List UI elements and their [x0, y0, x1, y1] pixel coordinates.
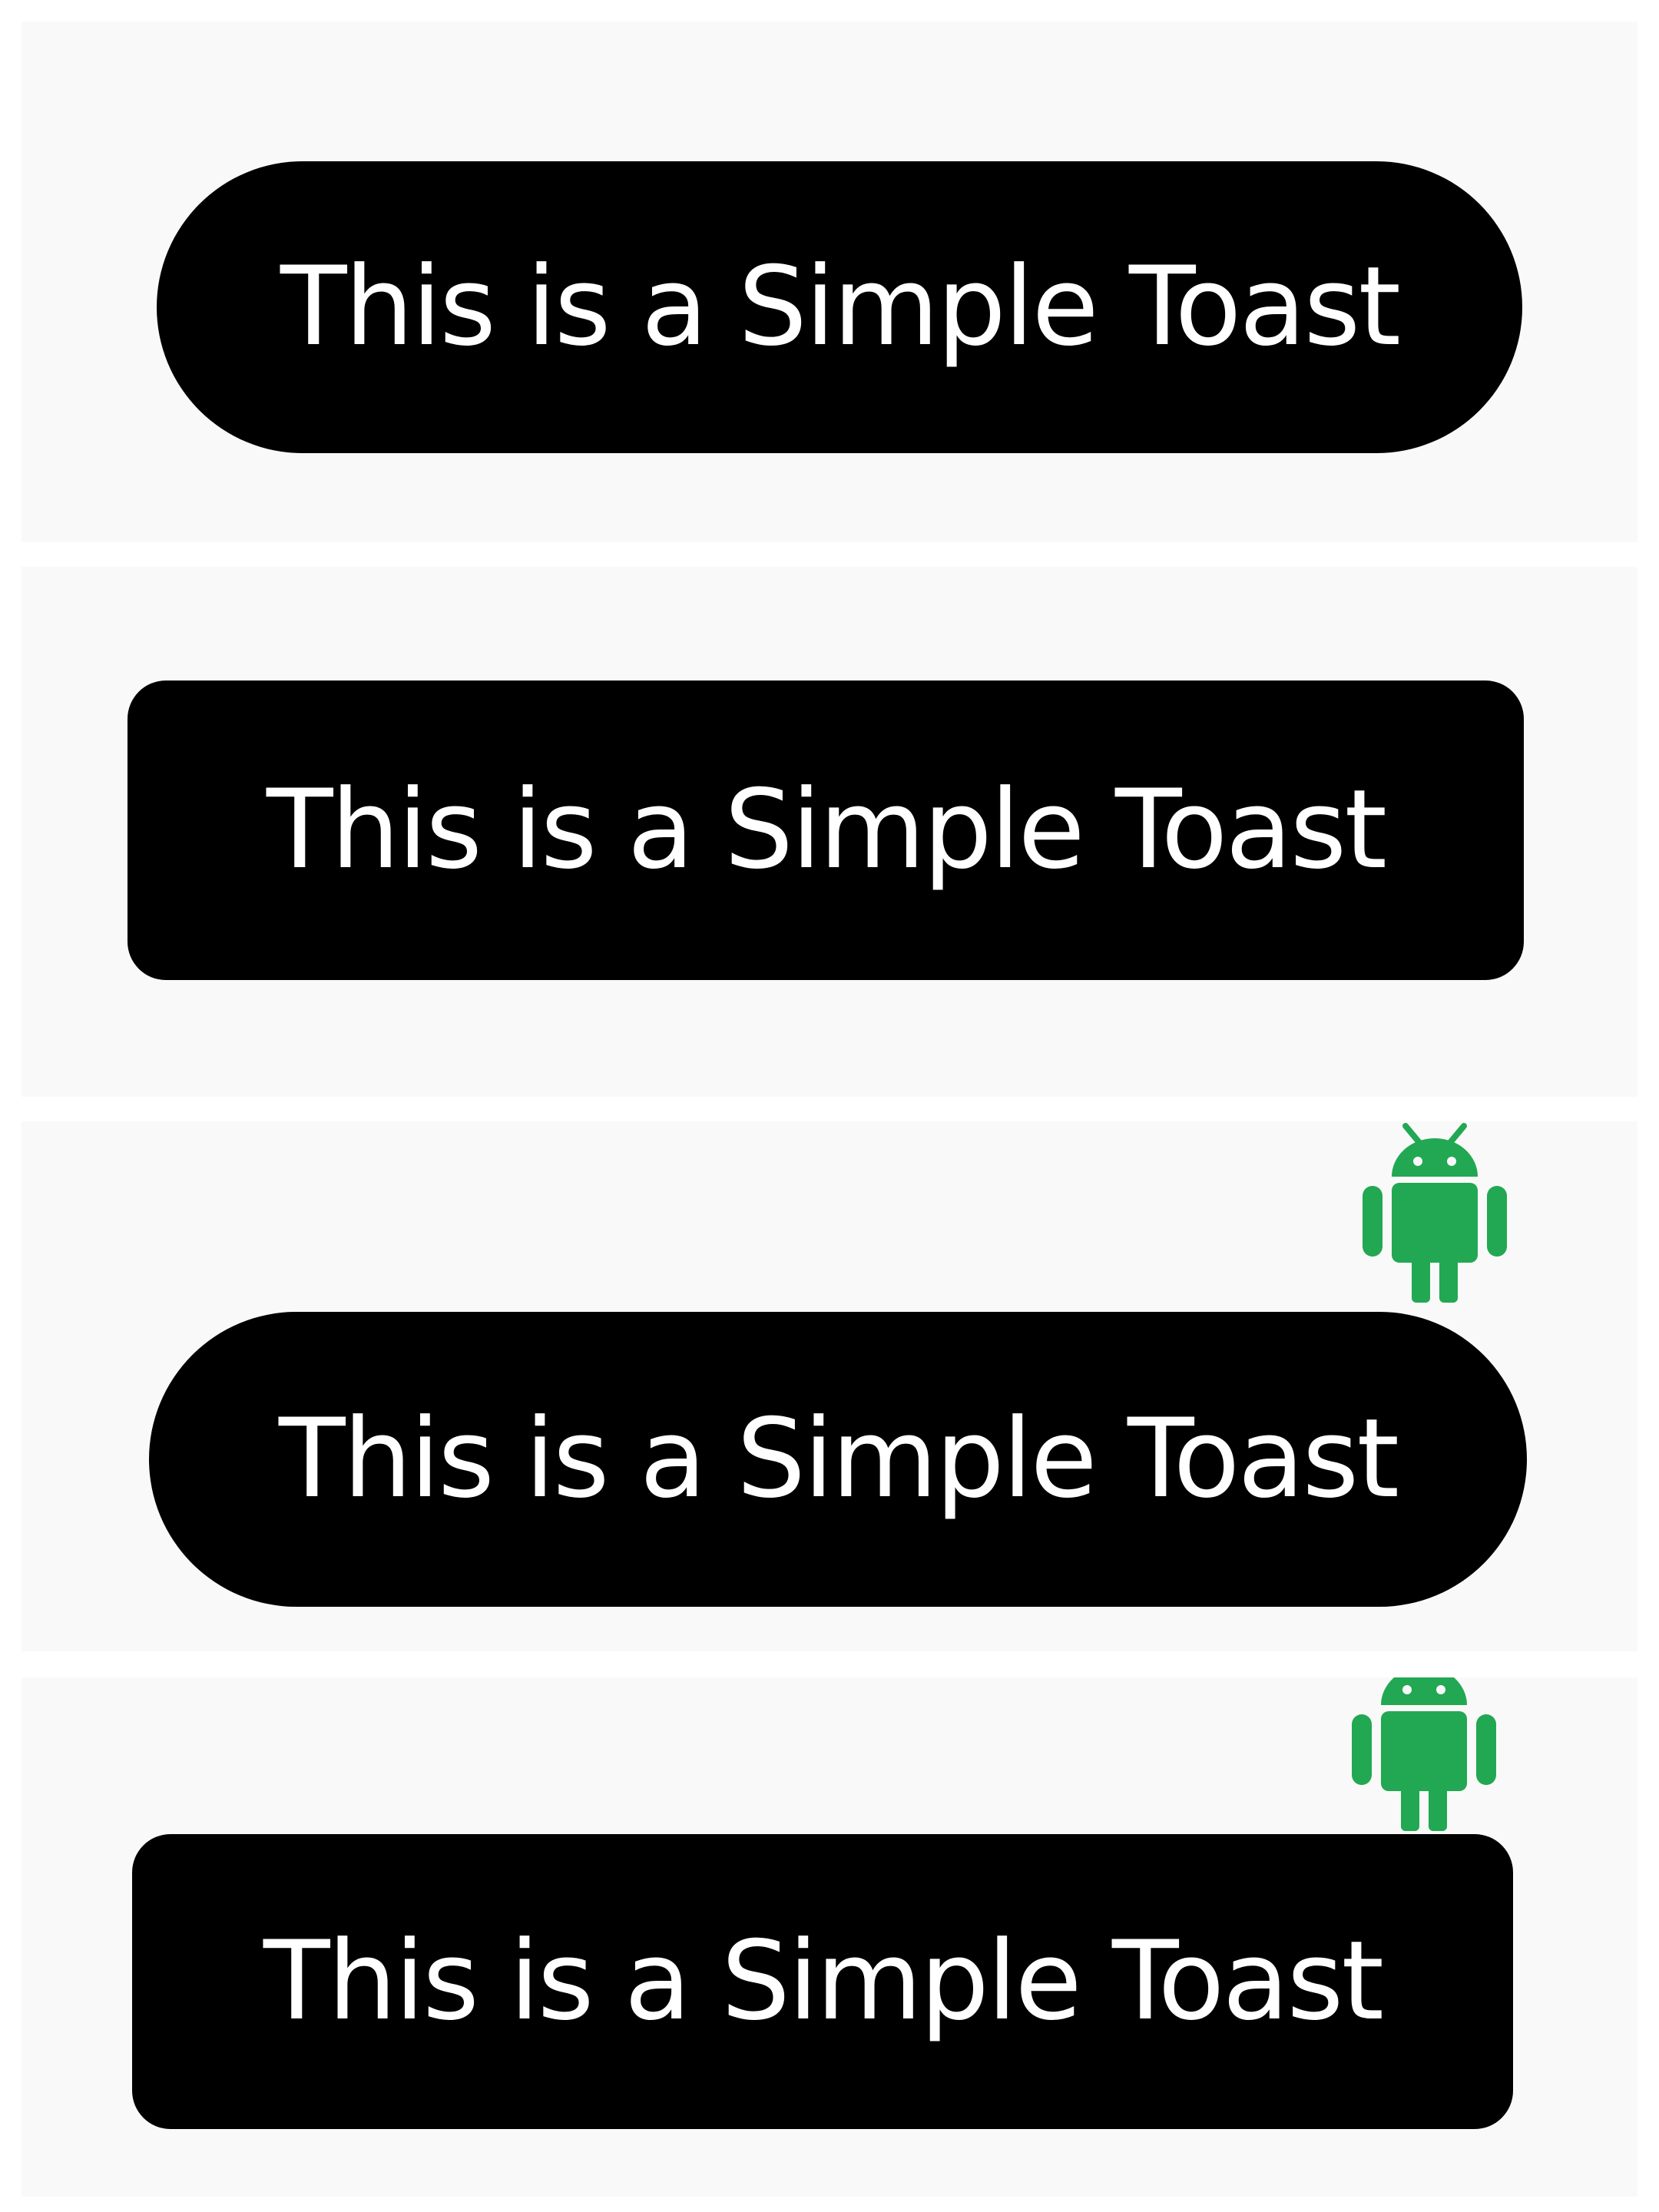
toast-variant-pill: This is a Simple Toast — [22, 22, 1637, 542]
toast-message: This is a Simple Toast — [266, 767, 1387, 893]
android-robot-icon — [1347, 1677, 1501, 1834]
toast-variant-rounded-rect: This is a Simple Toast — [22, 567, 1637, 1097]
toast: This is a Simple Toast — [157, 161, 1522, 453]
toast: This is a Simple Toast — [132, 1834, 1513, 2129]
toast-message: This is a Simple Toast — [280, 243, 1401, 370]
toast: This is a Simple Toast — [127, 680, 1524, 980]
toast: This is a Simple Toast — [149, 1312, 1527, 1607]
toast-message: This is a Simple Toast — [263, 1918, 1384, 2045]
toast-variant-pill-with-icon: This is a Simple Toast — [22, 1121, 1637, 1651]
toast-message: This is a Simple Toast — [278, 1396, 1399, 1522]
toast-variant-rounded-rect-with-icon: This is a Simple Toast — [22, 1677, 1637, 2197]
android-robot-icon — [1358, 1121, 1512, 1306]
